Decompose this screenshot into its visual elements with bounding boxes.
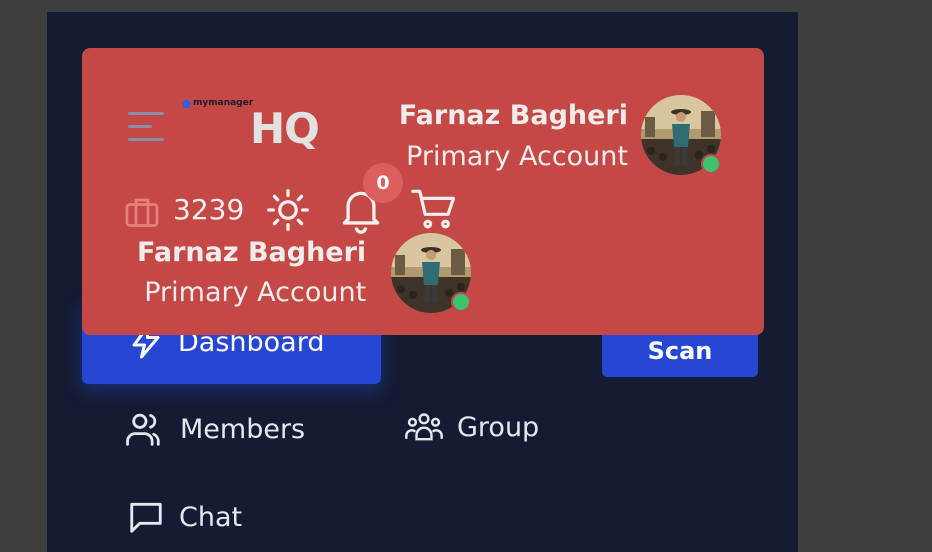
nav-group[interactable]: Group — [405, 410, 539, 444]
user-account-type: Primary Account — [406, 141, 628, 172]
nav-members[interactable]: Members — [126, 410, 305, 448]
nav-chat-label: Chat — [179, 501, 243, 533]
brand-logo-small-text: mymanager — [193, 98, 254, 108]
online-status-indicator-secondary — [451, 292, 471, 312]
nav-group-label: Group — [457, 411, 540, 443]
user-info-secondary[interactable]: Farnaz Bagheri Primary Account — [137, 233, 366, 313]
nav-members-label: Members — [180, 413, 306, 445]
briefcase-icon — [125, 198, 159, 227]
chat-icon — [130, 502, 162, 533]
nav-chat[interactable]: Chat — [127, 498, 242, 536]
group-icon — [405, 413, 443, 441]
notification-badge: 0 — [363, 163, 403, 203]
users-icon — [126, 413, 160, 446]
brand-logo-small: mymanager — [182, 98, 253, 108]
user-account-type-secondary: Primary Account — [144, 277, 367, 308]
user-name-secondary: Farnaz Bagheri — [137, 237, 367, 268]
online-status-indicator — [701, 154, 721, 174]
logo-mark-icon — [182, 98, 191, 108]
user-name: Farnaz Bagheri — [398, 100, 628, 131]
menu-icon[interactable] — [128, 110, 164, 144]
cart-icon[interactable] — [411, 187, 457, 231]
sun-icon[interactable] — [266, 188, 310, 232]
user-info-primary[interactable]: Farnaz Bagheri Primary Account — [399, 95, 628, 177]
top-header: mymanager HQ Farnaz Bagheri Primary Acco… — [82, 48, 764, 335]
brand-logo: HQ — [250, 104, 320, 153]
points-balance: 3239 — [173, 193, 245, 226]
